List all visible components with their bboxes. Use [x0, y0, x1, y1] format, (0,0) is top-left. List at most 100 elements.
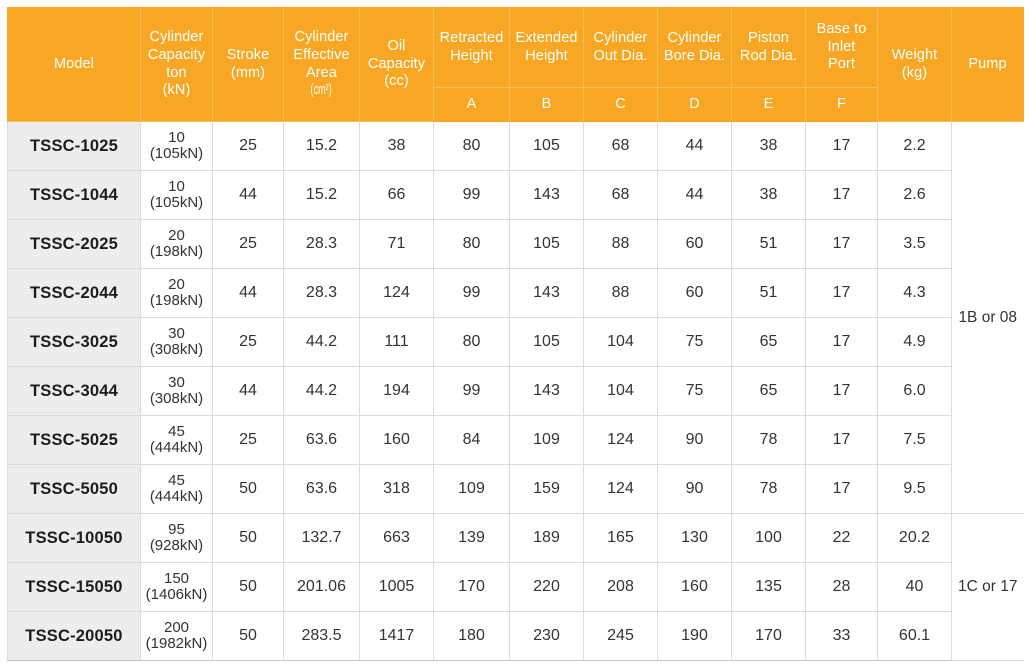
cell-piston-rod-dia: 51: [731, 268, 806, 318]
header-label-area-unit: (cm²): [310, 82, 333, 99]
cell-weight: 2.6: [877, 170, 952, 220]
cell-retracted-height: 170: [433, 562, 510, 612]
header-label-outdia-line1: Cylinder: [593, 29, 648, 46]
cell-stroke: 25: [212, 317, 284, 367]
model-name: TSSC-5025: [29, 430, 118, 449]
cell-extended-height: 189: [509, 513, 584, 563]
header-label-area-line2: Effective: [293, 46, 350, 63]
column-sublabel-c: C: [583, 87, 658, 122]
cell-piston-rod-dia: 78: [731, 415, 806, 465]
cell-base-to-inlet-port: 17: [805, 268, 878, 318]
cell-piston-rod-dia: 78: [731, 464, 806, 514]
header-label-capacity-line1: Cylinder: [149, 29, 204, 46]
cell-base-to-inlet-port: 17: [805, 170, 878, 220]
header-label-stroke-line1: Stroke: [226, 46, 270, 63]
model-name: TSSC-5050: [29, 479, 118, 498]
pump-label: 1B or 08: [958, 308, 1018, 326]
cell-cylinder-bore-dia: 90: [657, 464, 732, 514]
header-label-extended-line2: Height: [525, 47, 568, 64]
header-label-retracted-line2: Height: [450, 47, 493, 64]
header-label-boredia-line2: Bore Dia.: [663, 47, 726, 64]
cell-model: TSSC-1025: [7, 121, 141, 171]
cell-piston-rod-dia: 135: [731, 562, 806, 612]
pump-label: 1C or 17: [958, 578, 1018, 595]
cell-effective-area: 283.5: [283, 611, 360, 661]
cell-oil-capacity: 124: [359, 268, 434, 318]
cell-weight: 2.2: [877, 121, 952, 171]
header-label-pump: Pump: [968, 55, 1007, 72]
cell-extended-height: 105: [509, 219, 584, 269]
cell-base-to-inlet-port: 17: [805, 121, 878, 171]
cell-cylinder-capacity: 30 (308kN): [140, 366, 213, 416]
cell-weight: 6.0: [877, 366, 952, 416]
cell-cylinder-bore-dia: 160: [657, 562, 732, 612]
column-sublabel-d: D: [657, 87, 732, 122]
cell-retracted-height: 80: [433, 121, 510, 171]
header-label-retracted-line1: Retracted: [439, 29, 504, 46]
capacity-kn: (308kN): [149, 341, 204, 358]
column-header-weight: Weight (kg): [877, 7, 952, 122]
cell-cylinder-capacity: 45 (444kN): [140, 415, 213, 465]
capacity-kn: (1406kN): [145, 586, 208, 603]
cell-base-to-inlet-port: 17: [805, 464, 878, 514]
table-row: TSSC-15050 150 (1406kN) 50 201.06 1005 170 220 2…: [7, 562, 1024, 612]
table-row: TSSC-3025 30 (308kN) 25 44.2 111 80 105 104 75 65 1…: [7, 317, 1024, 367]
header-label-inletport-line1: Base to: [816, 20, 867, 37]
header-label-oil-line3: (cc): [384, 73, 409, 90]
cell-cylinder-bore-dia: 44: [657, 121, 732, 171]
cell-cylinder-out-dia: 165: [583, 513, 658, 563]
cell-effective-area: 44.2: [283, 366, 360, 416]
cell-model: TSSC-3044: [7, 366, 141, 416]
header-label-capacity-line3: ton: [166, 64, 187, 81]
capacity-ton: 10: [168, 178, 185, 196]
cell-cylinder-bore-dia: 44: [657, 170, 732, 220]
cell-cylinder-out-dia: 104: [583, 317, 658, 367]
cell-effective-area: 201.06: [283, 562, 360, 612]
cell-cylinder-bore-dia: 60: [657, 219, 732, 269]
cell-weight: 3.5: [877, 219, 952, 269]
header-label-area-line1: Cylinder: [294, 29, 349, 46]
model-name: TSSC-3025: [29, 332, 118, 351]
cell-cylinder-capacity: 10 (105kN): [140, 121, 213, 171]
cell-effective-area: 28.3: [283, 219, 360, 269]
cell-retracted-height: 180: [433, 611, 510, 661]
cell-cylinder-out-dia: 68: [583, 121, 658, 171]
header-label-boredia-line1: Cylinder: [667, 29, 722, 46]
cell-weight: 4.9: [877, 317, 952, 367]
cell-cylinder-out-dia: 104: [583, 366, 658, 416]
cell-cylinder-bore-dia: 90: [657, 415, 732, 465]
cell-stroke: 50: [212, 562, 284, 612]
cell-stroke: 44: [212, 170, 284, 220]
cell-cylinder-out-dia: 88: [583, 268, 658, 318]
cell-extended-height: 143: [509, 268, 584, 318]
column-header-cylinder-effective-area: Cylinder Effective Area (cm²): [283, 7, 360, 122]
cell-cylinder-out-dia: 68: [583, 170, 658, 220]
cell-weight: 9.5: [877, 464, 952, 514]
capacity-ton: 95: [168, 521, 185, 539]
column-header-stroke: Stroke (mm): [212, 7, 284, 122]
header-label-oil-line1: Oil: [387, 37, 406, 54]
model-name: TSSC-3044: [29, 381, 118, 400]
capacity-ton: 30: [168, 374, 185, 392]
cell-model: TSSC-10050: [7, 513, 141, 563]
cell-oil-capacity: 318: [359, 464, 434, 514]
capacity-ton: 45: [168, 472, 185, 490]
cell-base-to-inlet-port: 17: [805, 219, 878, 269]
cell-effective-area: 132.7: [283, 513, 360, 563]
cell-oil-capacity: 111: [359, 317, 434, 367]
cell-retracted-height: 80: [433, 219, 510, 269]
cell-extended-height: 105: [509, 121, 584, 171]
cell-base-to-inlet-port: 22: [805, 513, 878, 563]
cell-cylinder-bore-dia: 75: [657, 317, 732, 367]
capacity-kn: (198kN): [149, 292, 204, 309]
table-body: TSSC-1025 10 (105kN) 25 15.2 38 80 105 68 44 38 17 2…: [7, 121, 1024, 661]
cell-cylinder-capacity: 45 (444kN): [140, 464, 213, 514]
cell-cylinder-capacity: 30 (308kN): [140, 317, 213, 367]
cell-model: TSSC-5025: [7, 415, 141, 465]
header-label-model: Model: [54, 55, 94, 72]
header-label-capacity-line4: (kN): [162, 82, 191, 99]
header-label-roddia-line2: Rod Dia.: [739, 47, 798, 64]
cell-piston-rod-dia: 38: [731, 121, 806, 171]
cell-stroke: 25: [212, 415, 284, 465]
cell-cylinder-bore-dia: 75: [657, 366, 732, 416]
